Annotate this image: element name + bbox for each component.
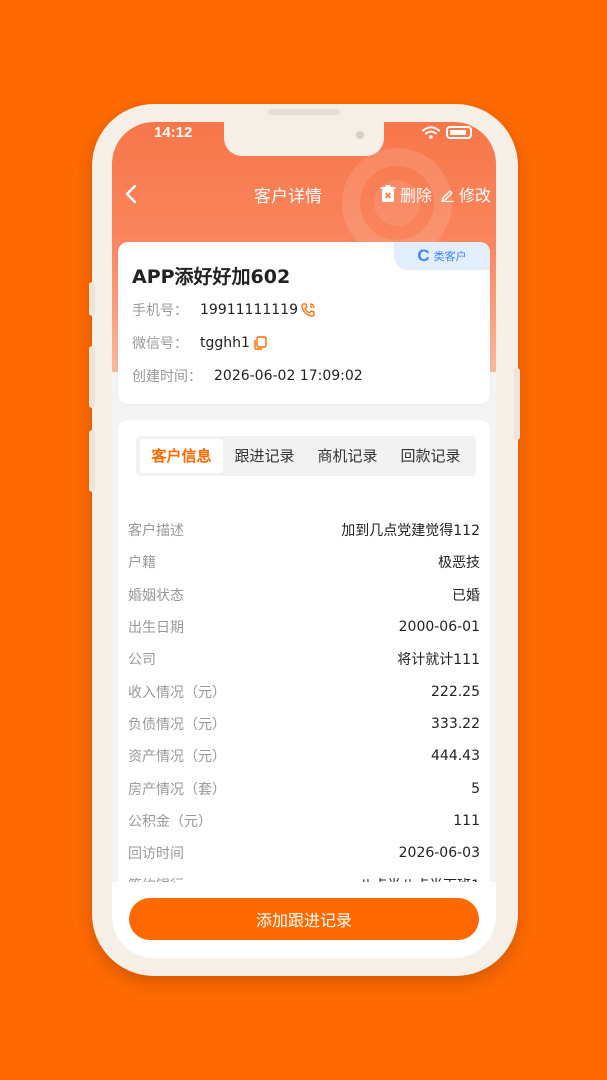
phone-top-slit	[268, 109, 340, 115]
detail-value: 2026-06-03	[398, 845, 480, 862]
customer-type-badge: C 类客户	[394, 242, 490, 270]
status-time: 14:12	[154, 124, 193, 141]
detail-label: 房产情况（套）	[128, 781, 226, 798]
detail-label: 公司	[128, 652, 156, 669]
tab-bar: 客户信息 跟进记录 商机记录 回款记录	[136, 436, 476, 476]
detail-value: 444.43	[431, 748, 480, 765]
detail-value: 将计就计111	[397, 652, 480, 669]
detail-row: 公积金（元） 111	[128, 805, 480, 837]
wechat-row: 微信号： tgghh1	[132, 333, 268, 353]
phone-side-button	[89, 430, 95, 492]
phone-label: 手机号：	[132, 303, 188, 319]
wechat-label: 微信号：	[132, 336, 188, 352]
phone-row: 手机号： 19911111119	[132, 300, 316, 320]
detail-row: 出生日期 2000-06-01	[128, 611, 480, 643]
copy-icon[interactable]	[252, 335, 268, 351]
detail-label: 资产情况（元）	[128, 749, 226, 766]
status-icons	[422, 126, 472, 139]
phone-value: 19911111119	[200, 302, 298, 318]
detail-value: 333.22	[431, 715, 480, 732]
phone-screen: 14:12 客户详情 删除 修改 C 类客户 APP添好好加602 手机号： 1…	[112, 122, 496, 958]
detail-value: 加到几点党建觉得112	[341, 523, 480, 540]
customer-type-label: 类客户	[433, 250, 467, 263]
customer-card: C 类客户 APP添好好加602 手机号： 19911111119 微信号： t…	[118, 242, 490, 404]
detail-label: 负债情况（元）	[128, 716, 226, 733]
detail-value: 5	[471, 780, 480, 797]
tab-customer-info[interactable]: 客户信息	[140, 439, 223, 473]
detail-value: 2000-06-01	[398, 619, 480, 636]
pencil-icon	[441, 189, 454, 202]
phone-side-button	[514, 368, 520, 440]
phone-side-button	[89, 346, 95, 408]
detail-row: 回访时间 2026-06-03	[128, 837, 480, 869]
wechat-value: tgghh1	[200, 335, 250, 351]
edit-label: 修改	[459, 186, 492, 205]
detail-label: 户籍	[128, 555, 156, 572]
detail-value: 222.25	[431, 683, 480, 700]
detail-value: 极恶技	[438, 555, 480, 572]
detail-row: 公司 将计就计111	[128, 643, 480, 675]
detail-label: 出生日期	[128, 620, 184, 637]
phone-call-icon[interactable]	[300, 302, 316, 318]
detail-row: 资产情况（元） 444.43	[128, 740, 480, 772]
created-value: 2026-06-02 17:09:02	[214, 368, 363, 384]
wifi-icon	[422, 126, 440, 139]
detail-value: 111	[453, 812, 480, 829]
detail-row: 婚姻状态 已婚	[128, 579, 480, 611]
tab-opportunity[interactable]: 商机记录	[306, 439, 389, 473]
detail-label: 公积金（元）	[128, 813, 212, 830]
delete-button[interactable]: 删除	[380, 182, 432, 206]
phone-side-button	[89, 282, 95, 316]
detail-row: 收入情况（元） 222.25	[128, 675, 480, 707]
created-label: 创建时间：	[132, 369, 202, 385]
detail-label: 回访时间	[128, 846, 184, 863]
detail-list: 客户描述 加到几点党建觉得112 户籍 极恶技 婚姻状态 已婚 出生日期 2000-06…	[128, 514, 480, 902]
detail-label: 收入情况（元）	[128, 684, 226, 701]
phone-notch	[224, 122, 384, 156]
camera-dot	[356, 131, 364, 139]
chevron-left-icon[interactable]	[120, 182, 144, 206]
detail-row: 客户描述 加到几点党建觉得112	[128, 514, 480, 546]
detail-value: 已婚	[452, 587, 480, 604]
edit-button[interactable]: 修改	[440, 182, 491, 206]
detail-row: 负债情况（元） 333.22	[128, 708, 480, 740]
detail-label: 客户描述	[128, 523, 184, 540]
detail-label: 婚姻状态	[128, 587, 184, 604]
battery-icon	[446, 126, 472, 139]
tab-follow-up[interactable]: 跟进记录	[223, 439, 306, 473]
detail-card: 客户信息 跟进记录 商机记录 回款记录 客户描述 加到几点党建觉得112 户籍 极恶…	[118, 420, 490, 940]
delete-label: 删除	[400, 186, 433, 205]
customer-name: APP添好好加602	[132, 266, 291, 288]
trash-icon	[380, 185, 396, 202]
page-title: 客户详情	[254, 187, 322, 207]
detail-row: 房产情况（套） 5	[128, 772, 480, 804]
tab-payment[interactable]: 回款记录	[389, 439, 472, 473]
add-follow-up-button[interactable]: 添加跟进记录	[129, 898, 479, 940]
customer-type-letter: C	[417, 246, 430, 265]
detail-row: 户籍 极恶技	[128, 546, 480, 578]
created-row: 创建时间： 2026-06-02 17:09:02	[132, 366, 363, 386]
